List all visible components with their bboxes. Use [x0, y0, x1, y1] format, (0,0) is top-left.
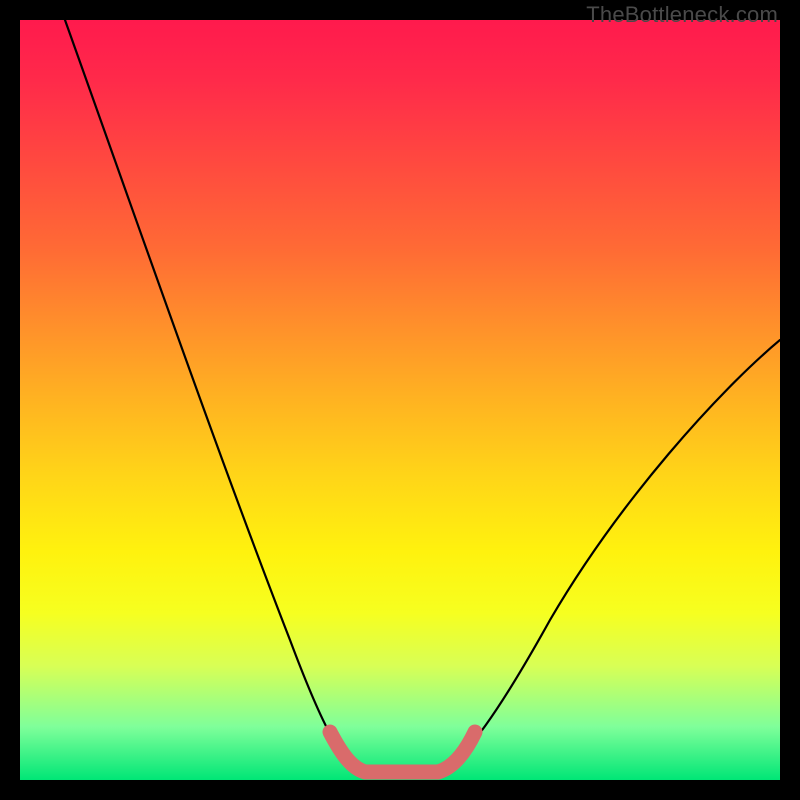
- chart-frame: TheBottleneck.com: [0, 0, 800, 800]
- bottleneck-curve: [65, 20, 780, 772]
- watermark-text: TheBottleneck.com: [586, 2, 778, 28]
- chart-svg: [20, 20, 780, 780]
- plot-area: [20, 20, 780, 780]
- optimal-zone-marker: [330, 732, 475, 772]
